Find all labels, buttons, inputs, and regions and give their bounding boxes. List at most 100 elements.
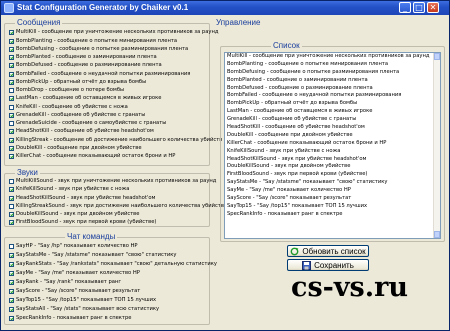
message-checkbox[interactable] xyxy=(9,63,14,69)
message-checkbox-row[interactable]: LastMan - сообщение об оставщемся в живы… xyxy=(9,95,161,103)
sounds-group-title: Звуки xyxy=(15,168,40,178)
list-item[interactable]: BombPickUp - обратный отчёт до взрыва бо… xyxy=(225,100,440,108)
message-checkbox[interactable] xyxy=(9,96,14,102)
message-checkbox[interactable] xyxy=(9,129,14,135)
chat-command-checkbox-row[interactable]: SayRank - "Say /rank" показывает ранг xyxy=(9,279,121,287)
list-item[interactable]: SayTop15 - "Say /top15" показывает ТОП 1… xyxy=(225,203,440,211)
save-button[interactable]: Сохранить xyxy=(287,259,369,271)
message-checkbox[interactable] xyxy=(9,55,14,61)
message-checkbox[interactable] xyxy=(9,112,14,118)
list-item[interactable]: LastMan - сообщение об оставщемся в живы… xyxy=(225,108,440,116)
maximize-button[interactable]: □ xyxy=(413,2,425,13)
message-checkbox[interactable] xyxy=(9,38,14,44)
list-item[interactable]: GrenadeKill - сообщение об убийстве с гр… xyxy=(225,116,440,124)
chat-command-checkbox-row[interactable]: SayRankStats - "Say /rankstats" показыва… xyxy=(9,261,217,269)
list-item[interactable]: KnifeKillSound - звук при убийстве с нож… xyxy=(225,148,440,156)
sound-checkbox-row[interactable]: FirstBloodSound - звук при первой крови … xyxy=(9,219,156,227)
message-checkbox[interactable] xyxy=(9,71,14,77)
sound-checkbox-row[interactable]: MultiKillSound - звук при уничтожение не… xyxy=(9,178,216,186)
app-window: Stat Configuration Generator by Chaiker … xyxy=(0,0,450,331)
chat-command-checkbox-label: SayHP - "Say /hp" показывает количество … xyxy=(16,243,138,250)
scroll-up-arrow[interactable] xyxy=(434,53,440,60)
chat-command-checkbox-label: SayMe - "Say /me" показывает количество … xyxy=(16,270,140,277)
message-checkbox[interactable] xyxy=(9,88,14,94)
message-checkbox-label: LastMan - сообщение об оставщемся в живы… xyxy=(16,95,162,102)
sound-checkbox-label: FirstBloodSound - звук при первой крови … xyxy=(16,218,157,225)
chat-command-checkbox[interactable] xyxy=(9,315,14,321)
message-checkbox-row[interactable]: KillerChat - сообщение показывающий оста… xyxy=(9,153,175,161)
list-item[interactable]: DoubleKill - сообщение при двойном убийс… xyxy=(225,132,440,140)
sound-checkbox[interactable] xyxy=(9,219,14,225)
message-checkbox-row[interactable]: BombPlanted - сообщение о заминировании … xyxy=(9,54,157,62)
chat-command-checkbox[interactable] xyxy=(9,262,14,268)
message-checkbox[interactable] xyxy=(9,79,14,85)
items-listbox[interactable]: MultiKill - сообщение при уничтожение не… xyxy=(224,52,441,239)
chat-command-checkbox-row[interactable]: SayMe - "Say /me" показывает количество … xyxy=(9,270,140,278)
message-checkbox-row[interactable]: BombFailed - сообщение о неудачной попыт… xyxy=(9,70,190,78)
chat-command-checkbox[interactable] xyxy=(9,244,14,250)
message-checkbox-row[interactable]: BombDefused - сообщение о разминирование… xyxy=(9,62,162,70)
message-checkbox-row[interactable]: KillingStreak - сообщение об достижение … xyxy=(9,136,222,144)
chat-command-checkbox[interactable] xyxy=(9,271,14,277)
sound-checkbox[interactable] xyxy=(9,195,14,201)
listbox-scrollbar[interactable] xyxy=(433,53,440,238)
list-item[interactable]: MultiKill - сообщение при уничтожение не… xyxy=(225,53,440,61)
message-checkbox-row[interactable]: BombDrop - сообщение о потере бомбы xyxy=(9,87,124,95)
chat-command-checkbox-row[interactable]: SayTop15 - "Say /top15" показывает ТОП 1… xyxy=(9,296,156,304)
message-checkbox-row[interactable]: KnifeKill - сообщение об убийстве с ножа xyxy=(9,103,128,111)
chat-command-checkbox-row[interactable]: SpecRankInfo - показывает ранг в спектре xyxy=(9,314,131,322)
message-checkbox-row[interactable]: BombPlanting - сообщение о попытке минир… xyxy=(9,37,177,45)
chat-command-checkbox-row[interactable]: SayHP - "Say /hp" показывает количество … xyxy=(9,243,138,251)
message-checkbox[interactable] xyxy=(9,145,14,151)
message-checkbox-row[interactable]: MultiKill - сообщение при уничтожение не… xyxy=(9,29,218,37)
list-item[interactable]: KillerChat - сообщение показывающий оста… xyxy=(225,140,440,148)
sound-checkbox[interactable] xyxy=(9,203,14,209)
chat-command-checkbox-label: SayScore - "Say /score" показывает резул… xyxy=(16,287,141,294)
list-item[interactable]: SayScore - "Say /score" показывает резул… xyxy=(225,195,440,203)
sound-checkbox[interactable] xyxy=(9,187,14,193)
message-checkbox[interactable] xyxy=(9,121,14,127)
list-item[interactable]: FirstBloodSound - звук при первой крови … xyxy=(225,171,440,179)
chat-command-checkbox[interactable] xyxy=(9,253,14,259)
chat-command-checkbox-row[interactable]: SayStatsMe - "Say /statsme" показывает "… xyxy=(9,252,176,260)
chat-command-checkbox[interactable] xyxy=(9,306,14,312)
chat-command-checkbox-label: SayStatsMe - "Say /statsme" показывает "… xyxy=(16,252,177,259)
chat-command-checkbox[interactable] xyxy=(9,288,14,294)
message-checkbox-row[interactable]: DoubleKill - сообщение при двойном убийс… xyxy=(9,145,142,153)
sound-checkbox[interactable] xyxy=(9,211,14,217)
message-checkbox[interactable] xyxy=(9,154,14,160)
sound-checkbox-row[interactable]: KnifeKillSound - звук при убийстве с нож… xyxy=(9,186,129,194)
message-checkbox[interactable] xyxy=(9,30,14,36)
message-checkbox-label: KillerChat - сообщение показывающий оста… xyxy=(16,153,176,160)
scroll-down-arrow[interactable] xyxy=(434,231,440,238)
sound-checkbox-row[interactable]: KillingStreakSound - звук при достижение… xyxy=(9,202,224,210)
chat-command-checkbox-row[interactable]: SayStatsAll - "Say /stats" показывает вс… xyxy=(9,305,159,313)
title-bar[interactable]: Stat Configuration Generator by Chaiker … xyxy=(1,1,449,15)
list-item[interactable]: BombDefusing - сообщение о попытке разми… xyxy=(225,69,440,77)
chat-command-checkbox[interactable] xyxy=(9,279,14,285)
list-item[interactable]: BombPlanted - сообщение о заминировании … xyxy=(225,77,440,85)
list-item[interactable]: HeadShotKill - сообщение об убийстве hea… xyxy=(225,124,440,132)
refresh-list-button[interactable]: Обновить список xyxy=(287,245,369,257)
sound-checkbox-row[interactable]: HeadShotKillSound - звук при убийстве he… xyxy=(9,194,155,202)
message-checkbox[interactable] xyxy=(9,104,14,110)
save-label: Сохранить xyxy=(314,260,354,270)
message-checkbox-row[interactable]: HeadShotKill - сообщение об убийстве hea… xyxy=(9,128,154,136)
message-checkbox-row[interactable]: BombPickUp - обратный отчёт до взрыва бо… xyxy=(9,79,146,87)
minimize-button[interactable]: _ xyxy=(399,2,411,13)
message-checkbox-row[interactable]: GrenadeSuicide - сообщение о самоубийств… xyxy=(9,120,166,128)
chat-command-checkbox[interactable] xyxy=(9,297,14,303)
message-checkbox[interactable] xyxy=(9,46,14,52)
list-item[interactable]: SayMe - "Say /me" показывает количество … xyxy=(225,187,440,195)
message-checkbox[interactable] xyxy=(9,137,14,143)
list-item[interactable]: SpecRankInfo - показывает ранг в спектре xyxy=(225,211,440,219)
list-item[interactable]: SayStatsMe - "Say /statsme" показывает "… xyxy=(225,179,440,187)
sound-checkbox[interactable] xyxy=(9,179,14,185)
message-checkbox-label: KnifeKill - сообщение об убийстве с ножа xyxy=(16,103,128,110)
close-button[interactable]: ✕ xyxy=(427,2,439,13)
list-item[interactable]: BombPlanting - сообщение о попытке минир… xyxy=(225,61,440,69)
chat-command-checkbox-row[interactable]: SayScore - "Say /score" показывает резул… xyxy=(9,288,140,296)
sound-checkbox-row[interactable]: DoubleKillSound - звук при двойном убийс… xyxy=(9,210,139,218)
message-checkbox-row[interactable]: BombDefusing - сообщение о попытке разми… xyxy=(9,46,188,54)
message-checkbox-row[interactable]: GrenadeKill - сообщение об убийстве с гр… xyxy=(9,112,145,120)
